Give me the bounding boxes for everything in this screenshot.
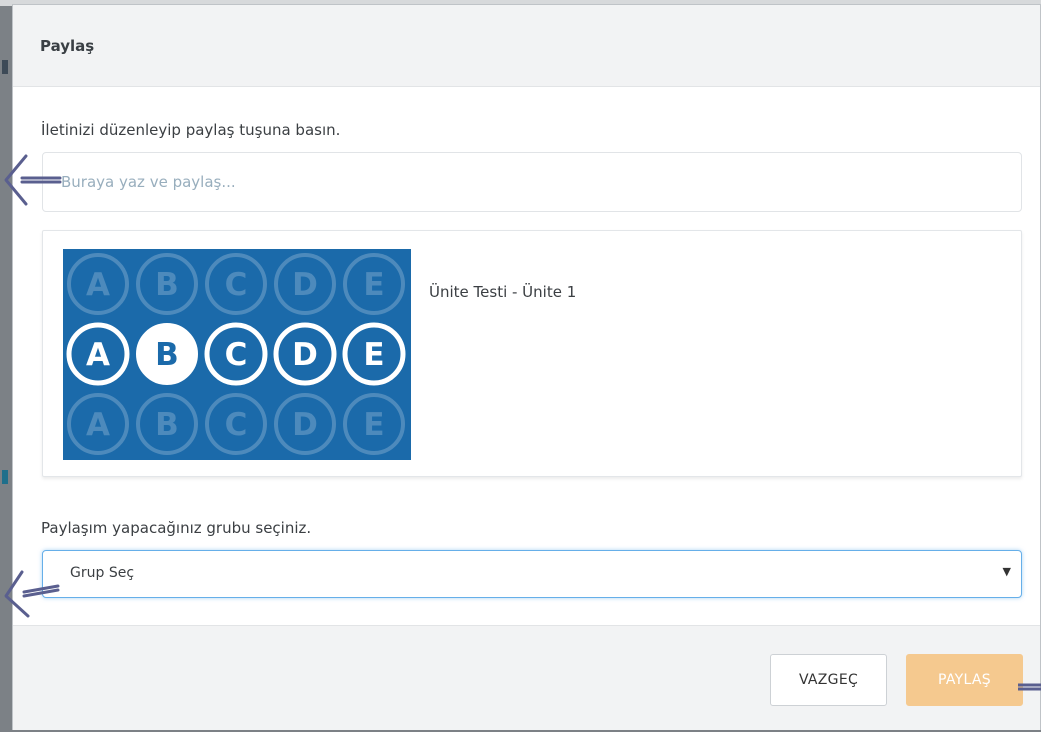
instruction-text: İletinizi düzenleyip paylaş tuşuna basın… (41, 121, 341, 139)
shared-item-card: A B C D E A B C D E A B C D E Ünite Testi - Ünite 1 (42, 230, 1022, 477)
group-select[interactable]: Grup Seç ▼ (42, 550, 1022, 598)
shared-item-title: Ünite Testi - Ünite 1 (429, 283, 577, 301)
annotation-arrow-icon (4, 570, 60, 618)
backdrop-mark (2, 60, 8, 74)
share-modal: Paylaş İletinizi düzenleyip paylaş tuşun… (12, 4, 1041, 730)
answer-bubble-letter: C (225, 407, 248, 443)
answer-bubble-letter: C (225, 337, 248, 373)
share-button[interactable]: PAYLAŞ (906, 654, 1023, 706)
answer-bubble-letter: E (363, 267, 384, 303)
group-select-value: Grup Seç (70, 565, 135, 581)
modal-footer: VAZGEÇ PAYLAŞ (13, 625, 1040, 730)
answer-bubble-letter: A (86, 267, 110, 303)
cancel-button[interactable]: VAZGEÇ (770, 654, 887, 706)
answer-bubble-letter: D (292, 337, 318, 373)
message-input[interactable] (42, 152, 1022, 212)
modal-body: İletinizi düzenleyip paylaş tuşuna basın… (13, 87, 1041, 627)
test-thumbnail: A B C D E A B C D E A B C D E (63, 249, 411, 460)
answer-bubble-letter: D (292, 267, 318, 303)
answer-bubble-letter: B (155, 407, 179, 443)
annotation-arrow-icon (1018, 683, 1041, 691)
answer-bubble-letter: B (155, 337, 179, 373)
answer-bubble-letter: A (86, 337, 110, 373)
modal-header: Paylaş (13, 5, 1040, 87)
answer-bubble-letter: D (292, 407, 318, 443)
group-label: Paylaşım yapacağınız grubu seçiniz. (41, 519, 312, 537)
answer-bubble-letter: E (363, 337, 384, 373)
backdrop-mark (2, 470, 8, 484)
modal-title: Paylaş (40, 36, 95, 55)
caret-down-icon: ▼ (1002, 565, 1011, 578)
answer-bubble-letter: B (155, 267, 179, 303)
annotation-arrow-icon (4, 154, 62, 206)
answer-bubble-letter: A (86, 407, 110, 443)
answer-bubble-letter: C (225, 267, 248, 303)
answer-bubble-letter: E (363, 407, 384, 443)
